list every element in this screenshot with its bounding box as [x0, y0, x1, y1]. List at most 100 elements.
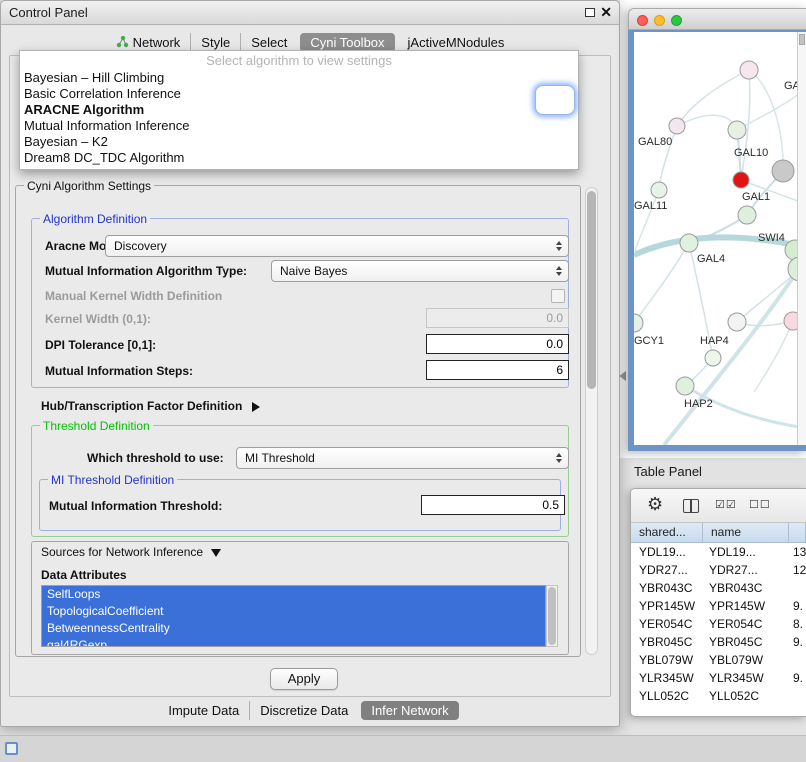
- tab-cyni-toolbox[interactable]: Cyni Toolbox: [300, 33, 394, 52]
- attribute-list-item[interactable]: TopologicalCoefficient: [42, 603, 545, 620]
- network-window-titlebar[interactable]: [628, 8, 806, 30]
- kernel-width-field[interactable]: [426, 308, 569, 328]
- screen: Control Panel ✕ Network Style Select Cyn…: [0, 0, 806, 762]
- bottom-dock-strip: [0, 735, 806, 762]
- gear-icon[interactable]: ⚙: [647, 494, 663, 515]
- table-row[interactable]: YBL079W YBL079W: [631, 651, 806, 669]
- column-header-name[interactable]: name: [703, 523, 789, 542]
- cell-extra: 13: [789, 543, 806, 561]
- combo-value: Naive Bayes: [280, 264, 347, 278]
- deselect-all-checkboxes-icon[interactable]: ☐☐: [749, 498, 771, 511]
- table-row[interactable]: YBR043C YBR043C: [631, 579, 806, 597]
- table-row[interactable]: YDL19... YDL19... 13: [631, 543, 806, 561]
- table-row[interactable]: YBR045C YBR045C 9.: [631, 633, 806, 651]
- cell-shared-name: YER054C: [631, 615, 703, 633]
- minimize-traffic-light-icon[interactable]: [654, 15, 665, 26]
- network-node-label: HAP2: [684, 398, 713, 410]
- cell-shared-name: YBR045C: [631, 633, 703, 651]
- settings-scrollbar[interactable]: [585, 187, 598, 655]
- splitter-collapse-icon[interactable]: [619, 371, 626, 381]
- attribute-list-item[interactable]: SelfLoops: [42, 586, 545, 603]
- mi-type-combo[interactable]: Naive Bayes: [271, 260, 569, 282]
- network-node[interactable]: [738, 206, 756, 224]
- mi-steps-field[interactable]: [426, 360, 569, 380]
- table-row[interactable]: YLL052C YLL052C: [631, 687, 806, 705]
- cell-extra: 8.: [789, 615, 806, 633]
- network-scrollbar[interactable]: [797, 32, 806, 445]
- aracne-mode-combo[interactable]: Discovery: [105, 235, 569, 257]
- cell-name: YLR345W: [703, 669, 789, 687]
- column-header-shared-name[interactable]: shared...: [631, 523, 703, 542]
- sources-toggle[interactable]: Sources for Network Inference: [41, 541, 221, 563]
- tab-discretize-data[interactable]: Discretize Data: [249, 701, 358, 720]
- column-header-extra[interactable]: [789, 523, 806, 542]
- scrollbar-thumb[interactable]: [799, 34, 805, 45]
- dropdown-item[interactable]: Basic Correlation Inference: [20, 86, 578, 102]
- network-canvas[interactable]: GAL80GAL10GAL11GAL1SWI4GAL4GCY1HAP4HAP2G…: [634, 32, 806, 445]
- float-window-icon[interactable]: [585, 8, 595, 17]
- table-row[interactable]: YER054C YER054C 8.: [631, 615, 806, 633]
- dropdown-placeholder: Select algorithm to view settings: [20, 51, 578, 70]
- control-panel-titlebar[interactable]: Control Panel ✕: [1, 1, 619, 25]
- tab-jactivemnodules[interactable]: jActiveMNodules: [398, 33, 515, 52]
- dpi-tolerance-field[interactable]: [426, 334, 569, 354]
- dropdown-item[interactable]: Mutual Information Inference: [20, 118, 578, 134]
- close-icon[interactable]: ✕: [600, 4, 612, 21]
- dropdown-item[interactable]: Bayesian – K2: [20, 134, 578, 150]
- table-body: YDL19... YDL19... 13 YDR27... YDR27... 1…: [631, 543, 806, 705]
- which-threshold-combo[interactable]: MI Threshold: [236, 447, 569, 469]
- network-node[interactable]: [740, 61, 758, 79]
- mi-threshold-field[interactable]: [421, 495, 565, 515]
- network-node[interactable]: [728, 121, 746, 139]
- tab-infer-network[interactable]: Infer Network: [361, 701, 458, 720]
- columns-icon[interactable]: [683, 499, 699, 513]
- network-node-label: GAL80: [638, 136, 672, 148]
- cell-name: YER054C: [703, 615, 789, 633]
- tab-network[interactable]: Network: [106, 33, 191, 52]
- focused-widget-fragment[interactable]: [535, 85, 575, 115]
- network-node[interactable]: [733, 172, 749, 188]
- dropdown-item[interactable]: Bayesian – Hill Climbing: [20, 70, 578, 86]
- attribute-list-item[interactable]: BetweennessCentrality: [42, 620, 545, 637]
- table-row[interactable]: YDR27... YDR27... 12: [631, 561, 806, 579]
- network-node[interactable]: [676, 377, 694, 395]
- dropdown-item[interactable]: Dream8 DC_TDC Algorithm: [20, 150, 578, 166]
- table-row[interactable]: YLR345W YLR345W 9.: [631, 669, 806, 687]
- network-node[interactable]: [705, 350, 721, 366]
- cell-name: YBR045C: [703, 633, 789, 651]
- network-node[interactable]: [634, 314, 643, 332]
- network-edge: [664, 267, 800, 445]
- attribute-list-item[interactable]: gal4RGexp: [42, 637, 545, 647]
- combo-arrows-icon: [556, 241, 562, 251]
- zoom-traffic-light-icon[interactable]: [671, 15, 682, 26]
- hub-section-toggle[interactable]: Hub/Transcription Factor Definition: [41, 395, 260, 417]
- docked-panel-icon[interactable]: [5, 742, 18, 755]
- cell-shared-name: YDR27...: [631, 561, 703, 579]
- network-node[interactable]: [651, 182, 667, 198]
- kernel-width-label: Kernel Width (0,1):: [45, 308, 151, 330]
- attributes-list-scrollbar[interactable]: [546, 585, 558, 647]
- tab-style[interactable]: Style: [190, 33, 240, 52]
- table-panel-title: Table Panel: [634, 464, 702, 479]
- mi-type-label: Mutual Information Algorithm Type:: [45, 260, 247, 282]
- tab-select[interactable]: Select: [240, 33, 297, 52]
- network-edge: [754, 321, 793, 392]
- network-node[interactable]: [669, 118, 685, 134]
- table-row[interactable]: YPR145W YPR145W 9.: [631, 597, 806, 615]
- network-node[interactable]: [772, 160, 794, 182]
- table-toolbar: ⚙ ☑☑ ☐☐: [631, 489, 806, 523]
- tab-impute-data[interactable]: Impute Data: [158, 701, 249, 720]
- dropdown-item-selected[interactable]: ARACNE Algorithm: [20, 102, 578, 118]
- tab-label: Network: [133, 35, 181, 50]
- network-node-label: SWI4: [758, 232, 785, 244]
- apply-button[interactable]: Apply: [270, 668, 338, 690]
- network-node[interactable]: [728, 313, 746, 331]
- network-node-label: GAL4: [697, 253, 725, 265]
- scrollbar-thumb[interactable]: [548, 587, 556, 645]
- close-traffic-light-icon[interactable]: [637, 15, 648, 26]
- cell-shared-name: YLR345W: [631, 669, 703, 687]
- manual-kernel-checkbox[interactable]: [551, 289, 565, 303]
- network-node[interactable]: [680, 234, 698, 252]
- scrollbar-thumb[interactable]: [587, 191, 596, 389]
- select-all-checkboxes-icon[interactable]: ☑☑: [715, 498, 737, 511]
